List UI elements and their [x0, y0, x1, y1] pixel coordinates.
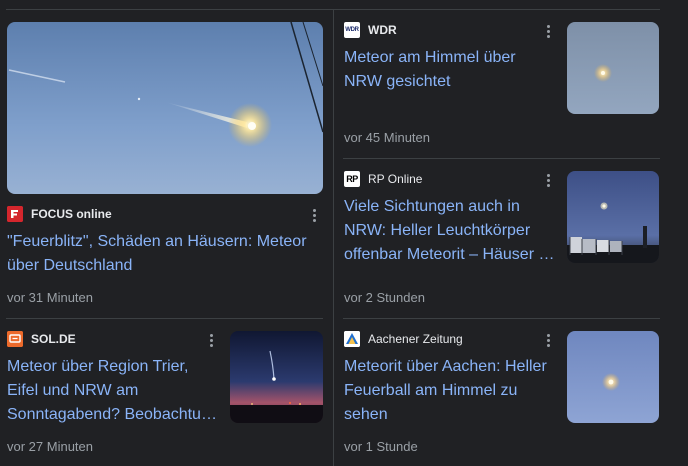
- more-options-icon[interactable]: [541, 171, 555, 189]
- timestamp: vor 31 Minuten: [7, 290, 93, 305]
- source-name: FOCUS online: [31, 207, 112, 221]
- night-sky-fence-thumbnail[interactable]: [567, 171, 659, 263]
- right-row-divider-2: [343, 318, 660, 319]
- source-name: RP Online: [368, 172, 423, 186]
- more-options-icon[interactable]: [307, 206, 321, 224]
- source-name: SOL.DE: [31, 332, 76, 346]
- source-row: FOCUS online: [7, 206, 112, 222]
- right-row-divider-1: [343, 158, 660, 159]
- source-name: WDR: [368, 23, 397, 37]
- timestamp: vor 2 Stunden: [344, 290, 425, 305]
- more-options-icon[interactable]: [541, 22, 555, 40]
- timestamp: vor 45 Minuten: [344, 130, 430, 145]
- aachener-logo-icon: [344, 331, 360, 347]
- headline-link[interactable]: Meteorit über Aachen: Heller Feuerball a…: [344, 355, 556, 427]
- source-row: WDR WDR: [344, 22, 397, 38]
- more-options-icon[interactable]: [204, 331, 218, 349]
- headline-link[interactable]: Meteor am Himmel über NRW gesichtet: [344, 46, 554, 94]
- wdr-logo-icon: WDR: [344, 22, 360, 38]
- headline-link[interactable]: Meteor über Region Trier, Eifel und NRW …: [7, 355, 219, 427]
- focus-logo-icon: [7, 206, 23, 222]
- meteor-dusk-thumbnail[interactable]: [230, 331, 323, 423]
- meteor-streak-thumbnail[interactable]: [7, 22, 323, 194]
- left-row-divider: [6, 318, 323, 319]
- timestamp: vor 1 Stunde: [344, 439, 418, 454]
- source-row: Aachener Zeitung: [344, 331, 463, 347]
- timestamp: vor 27 Minuten: [7, 439, 93, 454]
- headline-link[interactable]: "Feuerblitz", Schäden an Häusern: Meteor…: [7, 230, 323, 278]
- rp-logo-icon: RP: [344, 171, 360, 187]
- meteor-glow-thumbnail[interactable]: [567, 22, 659, 114]
- source-name: Aachener Zeitung: [368, 332, 463, 346]
- column-divider: [333, 10, 334, 466]
- headline-link[interactable]: Viele Sichtungen auch in NRW: Heller Leu…: [344, 195, 556, 267]
- sol-logo-icon: [7, 331, 23, 347]
- source-row: SOL.DE: [7, 331, 76, 347]
- more-options-icon[interactable]: [541, 331, 555, 349]
- meteor-fireball-thumbnail[interactable]: [567, 331, 659, 423]
- source-row: RP RP Online: [344, 171, 422, 187]
